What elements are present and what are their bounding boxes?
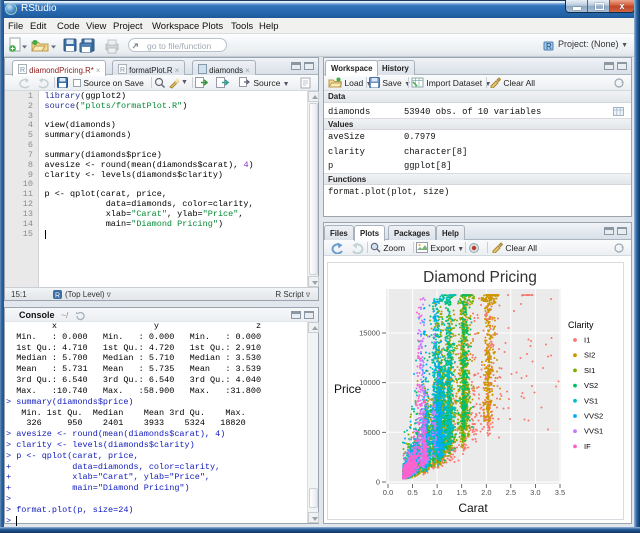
svg-text:10000: 10000	[359, 378, 380, 387]
svg-text:R: R	[120, 67, 125, 74]
svg-text:2.0: 2.0	[481, 488, 491, 497]
svg-text:2.5: 2.5	[506, 488, 516, 497]
svg-text:VS1: VS1	[584, 396, 598, 405]
svg-text:R: R	[20, 67, 25, 74]
svg-text:R: R	[546, 42, 552, 51]
svg-text:1.5: 1.5	[456, 488, 466, 497]
svg-text:0.5: 0.5	[407, 488, 417, 497]
svg-text:VVS2: VVS2	[584, 412, 603, 421]
svg-text:3.0: 3.0	[530, 488, 540, 497]
svg-text:5000: 5000	[363, 428, 380, 437]
svg-text:SI1: SI1	[584, 366, 595, 375]
svg-text:I1: I1	[584, 336, 590, 345]
svg-text:Carat: Carat	[458, 501, 488, 515]
svg-text:1.0: 1.0	[432, 488, 442, 497]
svg-text:15000: 15000	[359, 329, 380, 338]
svg-text:VVS1: VVS1	[584, 427, 603, 436]
svg-text:SI2: SI2	[584, 351, 595, 360]
svg-text:Diamond Pricing: Diamond Pricing	[423, 269, 537, 286]
svg-text:IF: IF	[584, 442, 591, 451]
svg-text:Price: Price	[334, 382, 362, 396]
svg-text:0: 0	[376, 478, 380, 487]
svg-text:Clarity: Clarity	[568, 320, 594, 330]
svg-text:R: R	[55, 293, 60, 300]
svg-text:3.5: 3.5	[555, 488, 565, 497]
svg-text:0.0: 0.0	[383, 488, 393, 497]
svg-text:VS2: VS2	[584, 381, 598, 390]
